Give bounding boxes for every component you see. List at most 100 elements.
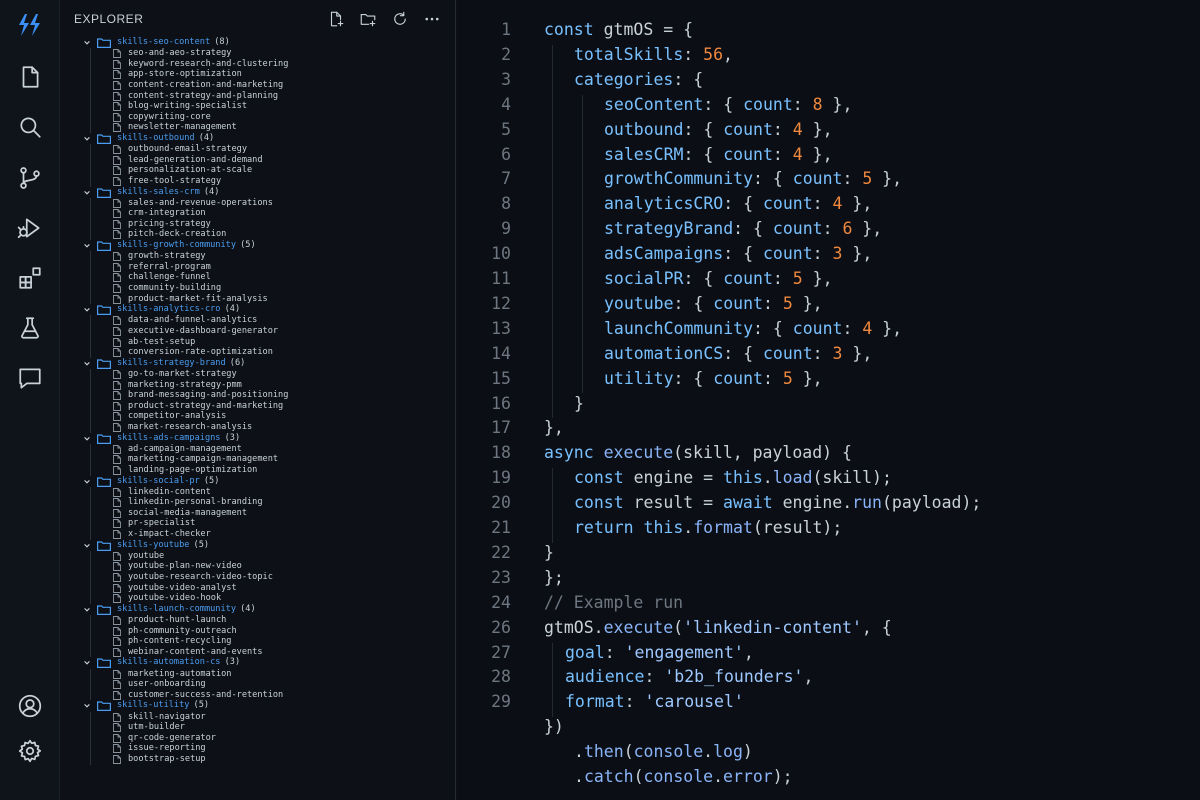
account-icon[interactable] — [13, 689, 47, 723]
folder-skills-launch-community[interactable]: skills-launch-community (4) — [60, 604, 455, 615]
file-item[interactable]: social-media-management — [60, 508, 455, 519]
file-item[interactable]: utm-builder — [60, 722, 455, 733]
file-item[interactable]: copywriting-core — [60, 112, 455, 123]
file-item[interactable]: go-to-market-strategy — [60, 369, 455, 380]
file-item[interactable]: pitch-deck-creation — [60, 229, 455, 240]
file-item[interactable]: executive-dashboard-generator — [60, 326, 455, 337]
file-item[interactable]: crm-integration — [60, 208, 455, 219]
file-item[interactable]: blog-writing-specialist — [60, 101, 455, 112]
file-item[interactable]: linkedin-content — [60, 487, 455, 498]
file-item[interactable]: youtube-video-analyst — [60, 583, 455, 594]
folder-skills-seo-content[interactable]: skills-seo-content (8) — [60, 37, 455, 48]
source-control-icon[interactable] — [13, 161, 47, 195]
file-item[interactable]: marketing-campaign-management — [60, 454, 455, 465]
code-editor[interactable]: 1 const gtmOS = {2 totalSkills: 56, 3 catego… — [457, 0, 1200, 800]
file-item[interactable]: personalization-at-scale — [60, 165, 455, 176]
file-item[interactable]: content-strategy-and-planning — [60, 91, 455, 102]
folder-skills-youtube[interactable]: skills-youtube (5) — [60, 540, 455, 551]
file-item[interactable]: brand-messaging-and-positioning — [60, 390, 455, 401]
file-item[interactable]: linkedin-personal-branding — [60, 497, 455, 508]
file-item[interactable]: ab-test-setup — [60, 337, 455, 348]
file-item[interactable]: free-tool-strategy — [60, 176, 455, 187]
file-item[interactable]: newsletter-management — [60, 122, 455, 133]
file-item[interactable]: lead-generation-and-demand — [60, 155, 455, 166]
file-item[interactable]: market-research-analysis — [60, 422, 455, 433]
extensions-icon[interactable] — [13, 261, 47, 295]
file-item[interactable]: pr-specialist — [60, 518, 455, 529]
file-item[interactable]: sales-and-revenue-operations — [60, 198, 455, 209]
folder-skills-analytics-cro[interactable]: skills-analytics-cro (4) — [60, 304, 455, 316]
file-item[interactable]: challenge-funnel — [60, 272, 455, 283]
folder-skills-utility[interactable]: skills-utility (5) — [60, 700, 455, 712]
file-item[interactable]: data-and-funnel-analytics — [60, 315, 455, 326]
chevron-down-icon — [83, 240, 93, 251]
chat-icon[interactable] — [13, 361, 47, 395]
files-icon[interactable] — [13, 60, 47, 94]
file-item[interactable]: ad-campaign-management — [60, 444, 455, 455]
file-icon — [113, 754, 121, 764]
file-icon — [113, 91, 121, 101]
more-actions-icon[interactable] — [422, 9, 442, 29]
code-line: .then(console.log) — [457, 742, 1200, 767]
file-item[interactable]: youtube-plan-new-video — [60, 561, 455, 572]
file-item[interactable]: growth-strategy — [60, 251, 455, 262]
search-icon[interactable] — [13, 110, 47, 144]
code-token: count — [713, 293, 763, 313]
file-item[interactable]: user-onboarding — [60, 679, 455, 690]
code-token: count — [762, 244, 813, 264]
folder-skills-sales-crm[interactable]: skills-sales-crm (4) — [60, 187, 455, 198]
file-item[interactable]: pricing-strategy — [60, 219, 455, 230]
folder-skills-growth-community[interactable]: skills-growth-community (5) — [60, 240, 455, 252]
file-item[interactable]: issue-reporting — [60, 743, 455, 754]
folder-name: skills-growth-community — [117, 240, 236, 251]
folder-skills-social-pr[interactable]: skills-social-pr (5) — [60, 476, 455, 487]
file-item[interactable]: youtube — [60, 551, 455, 562]
file-item[interactable]: conversion-rate-optimization — [60, 347, 455, 358]
file-name: growth-strategy — [128, 251, 206, 262]
folder-skills-automation-cs[interactable]: skills-automation-cs (3) — [60, 657, 455, 669]
file-name: blog-writing-specialist — [128, 101, 247, 112]
code-token: gtmOS = { — [603, 20, 694, 39]
file-item[interactable]: keyword-research-and-clustering — [60, 59, 455, 70]
file-item[interactable]: ph-community-outreach — [60, 626, 455, 637]
file-item[interactable]: community-building — [60, 283, 455, 294]
file-item[interactable]: x-impact-checker — [60, 529, 455, 540]
file-item[interactable]: content-creation-and-marketing — [60, 80, 455, 91]
file-item[interactable]: webinar-content-and-events — [60, 647, 455, 658]
file-item[interactable]: landing-page-optimization — [60, 465, 455, 476]
file-item[interactable]: product-market-fit-analysis — [60, 294, 455, 305]
new-file-icon[interactable] — [326, 9, 346, 29]
code-line: 13 launchCommunity: { count: 4 }, — [457, 319, 1200, 344]
code-token: : { — [753, 169, 793, 189]
run-debug-icon[interactable] — [13, 211, 47, 245]
testing-flask-icon[interactable] — [13, 311, 47, 345]
file-item[interactable]: skill-navigator — [60, 712, 455, 723]
refresh-icon[interactable] — [390, 9, 410, 29]
file-item[interactable]: outbound-email-strategy — [60, 144, 455, 155]
file-item[interactable]: product-hunt-launch — [60, 615, 455, 626]
settings-gear-icon[interactable] — [13, 734, 47, 768]
code-text: } — [544, 543, 554, 562]
file-item[interactable]: competitor-analysis — [60, 411, 455, 422]
code-token: 4 — [792, 119, 803, 139]
file-item[interactable]: bootstrap-setup — [60, 754, 455, 765]
code-text: format: 'carousel' — [565, 692, 744, 711]
file-item[interactable]: product-strategy-and-marketing — [60, 401, 455, 412]
file-item[interactable]: customer-success-and-retention — [60, 690, 455, 701]
explorer-panel: EXPLORER skills-seo-content (8) seo-and-ae… — [60, 0, 456, 800]
file-item[interactable]: youtube-video-hook — [60, 593, 455, 604]
file-item[interactable]: qr-code-generator — [60, 733, 455, 744]
new-folder-icon[interactable] — [358, 9, 378, 29]
file-item[interactable]: ph-content-recycling — [60, 636, 455, 647]
folder-skills-ads-campaigns[interactable]: skills-ads-campaigns (3) — [60, 433, 455, 444]
file-item[interactable]: referral-program — [60, 262, 455, 273]
file-item[interactable]: youtube-research-video-topic — [60, 572, 455, 583]
folder-skills-outbound[interactable]: skills-outbound (4) — [60, 133, 455, 144]
file-icon — [113, 166, 121, 176]
file-item[interactable]: marketing-strategy-pmm — [60, 380, 455, 391]
file-item[interactable]: app-store-optimization — [60, 69, 455, 80]
file-item[interactable]: seo-and-aeo-strategy — [60, 48, 455, 59]
file-item[interactable]: marketing-automation — [60, 669, 455, 680]
app-logo-icon[interactable] — [12, 8, 48, 42]
folder-skills-strategy-brand[interactable]: skills-strategy-brand (6) — [60, 358, 455, 369]
